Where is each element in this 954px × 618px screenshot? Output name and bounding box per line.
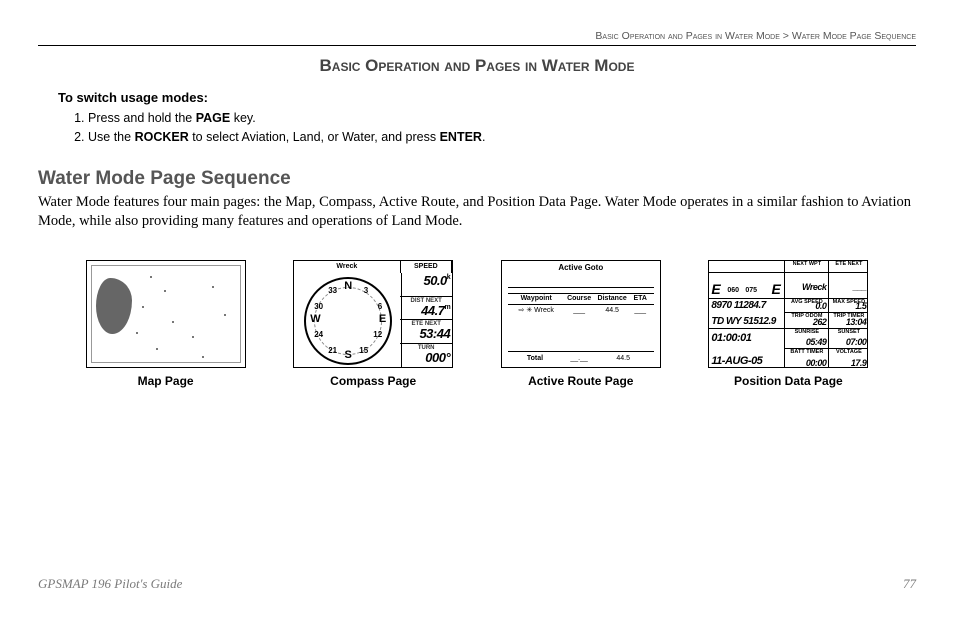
active-route-card: Active Goto Waypoint Course Distance ETA… — [501, 260, 661, 388]
instructions-list: Press and hold the PAGE key. Use the ROC… — [88, 109, 916, 148]
position-data-card: NEXT WPT ETE NEXT E 060 075 E Wreck ___ … — [708, 260, 868, 388]
route-title: Active Goto — [502, 264, 660, 272]
section-heading: Water Mode Page Sequence — [38, 168, 916, 190]
page-footer: GPSMAP 196 Pilot's Guide 77 — [38, 576, 916, 592]
compass-dial-area: N E S W 33 3 6 12 15 21 24 30 — [294, 273, 402, 367]
route-total: Total __.__ 44.5 — [508, 351, 654, 363]
coastline-icon — [96, 278, 132, 334]
compass-screen: Wreck SPEED N E S W 33 3 6 12 15 21 24 3… — [293, 260, 453, 368]
position-grid: NEXT WPT ETE NEXT E 060 075 E Wreck ___ … — [709, 261, 867, 367]
page-title: Basic Operation and Pages in Water Mode — [38, 56, 916, 76]
route-name-field — [508, 276, 654, 288]
heading-tape: E 060 075 E — [709, 273, 785, 299]
instructions-block: To switch usage modes: Press and hold th… — [58, 90, 916, 148]
instruction-step-2: Use the ROCKER to select Aviation, Land,… — [88, 128, 916, 147]
section-body: Water Mode features four main pages: the… — [38, 193, 916, 232]
route-row: ⇨ ✳ Wreck ___ 44.5 ___ — [508, 307, 654, 314]
compass-header: Wreck SPEED — [294, 261, 452, 273]
compass-page-card: Wreck SPEED N E S W 33 3 6 12 15 21 24 3… — [293, 260, 453, 388]
instruction-step-1: Press and hold the PAGE key. — [88, 109, 916, 128]
breadcrumb: Basic Operation and Pages in Water Mode … — [38, 30, 916, 45]
compass-caption: Compass Page — [293, 374, 453, 388]
route-columns: Waypoint Course Distance ETA — [508, 293, 654, 305]
map-caption: Map Page — [86, 374, 246, 388]
position-caption: Position Data Page — [708, 374, 868, 388]
breadcrumb-page: Water Mode Page Sequence — [792, 30, 916, 42]
map-screen — [86, 260, 246, 368]
instructions-heading: To switch usage modes: — [58, 90, 916, 105]
active-route-screen: Active Goto Waypoint Course Distance ETA… — [501, 260, 661, 368]
route-caption: Active Route Page — [501, 374, 661, 388]
compass-data-column: 50.0k DIST NEXT 44.7m ETE NEXT 53:44 TUR… — [400, 273, 452, 367]
footer-page-number: 77 — [903, 576, 916, 592]
map-canvas — [91, 265, 241, 363]
pages-row: Map Page Wreck SPEED N E S W 33 3 6 12 1… — [38, 260, 916, 388]
breadcrumb-section: Basic Operation and Pages in Water Mode — [595, 30, 780, 42]
map-page-card: Map Page — [86, 260, 246, 388]
position-screen: NEXT WPT ETE NEXT E 060 075 E Wreck ___ … — [708, 260, 868, 368]
header-rule — [38, 45, 916, 46]
footer-guide: GPSMAP 196 Pilot's Guide — [38, 576, 182, 592]
compass-dial-icon: N E S W 33 3 6 12 15 21 24 30 — [304, 277, 392, 365]
